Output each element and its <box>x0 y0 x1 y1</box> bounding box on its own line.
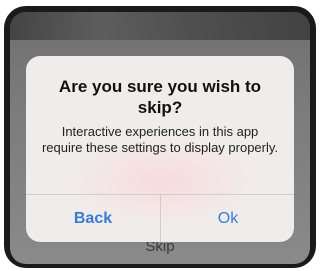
back-button[interactable]: Back <box>26 195 160 242</box>
ok-button[interactable]: Ok <box>161 195 294 242</box>
alert-message: Interactive experiences in this app requ… <box>41 124 279 155</box>
dimmed-background-content <box>10 12 310 40</box>
screenshot-frame: Skip Are you sure you wish to skip? Inte… <box>0 0 320 271</box>
skip-confirmation-dialog: Are you sure you wish to skip? Interacti… <box>26 56 294 242</box>
screen: Skip Are you sure you wish to skip? Inte… <box>10 12 310 264</box>
alert-body: Are you sure you wish to skip? Interacti… <box>26 56 294 194</box>
alert-title: Are you sure you wish to skip? <box>58 77 262 117</box>
device-bezel: Skip Are you sure you wish to skip? Inte… <box>4 6 316 268</box>
